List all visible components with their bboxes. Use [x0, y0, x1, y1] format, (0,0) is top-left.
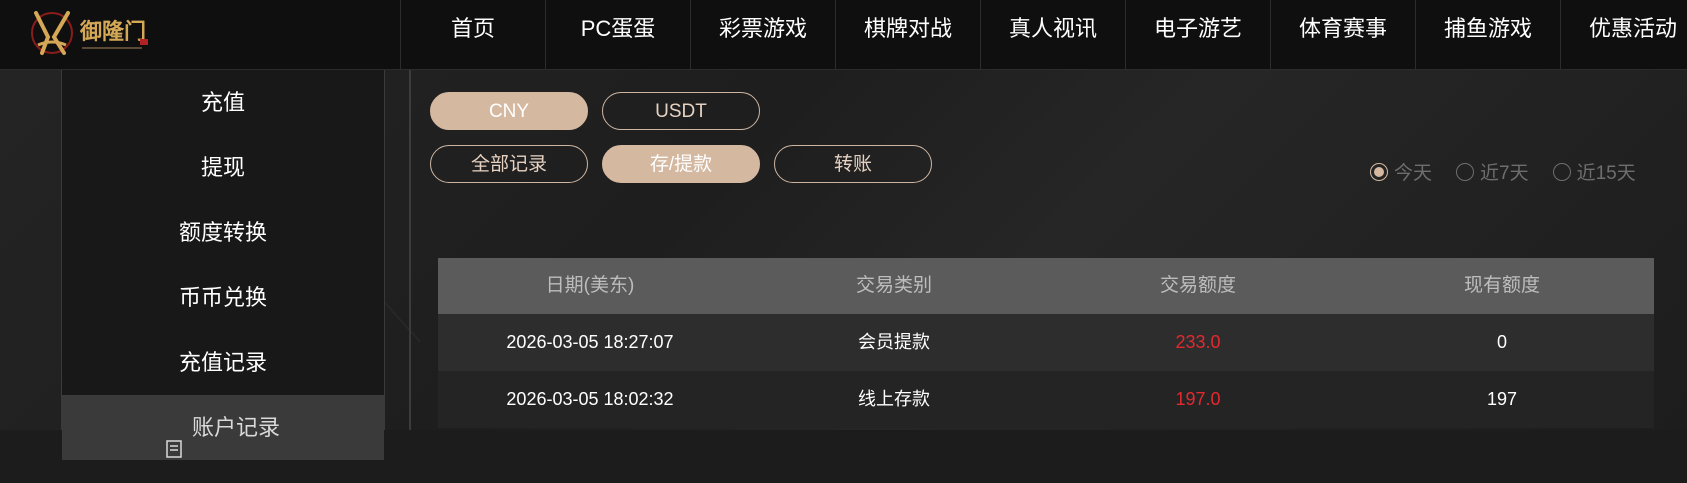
date-range-filter: 今天 近7天 近15天	[1370, 158, 1660, 185]
table-row: 2026-03-05 18:27:07 会员提款 233.0 0	[438, 314, 1654, 371]
currency-tab-cny[interactable]: CNY	[430, 92, 588, 130]
sidebar-item-label: 充值	[200, 90, 245, 115]
sidebar-item-label: 账户记录	[191, 415, 280, 440]
tab-deposit-withdraw[interactable]: 存/提款	[602, 145, 760, 183]
sidebar-item-label: 提现	[200, 155, 245, 180]
sidebar-item-4[interactable]: 充值记录	[62, 330, 384, 395]
nav-item-1[interactable]: PC蛋蛋	[545, 0, 690, 69]
column-header-2: 交易额度	[1159, 275, 1236, 296]
table-cell-3: 197	[1486, 389, 1518, 409]
radio-last-7-label: 近7天	[1480, 163, 1529, 184]
column-header-3: 现有额度	[1463, 275, 1540, 296]
column-header-1: 交易类别	[855, 275, 932, 296]
table-cell-0: 2026-03-05 18:02:32	[506, 389, 674, 409]
nav-item-3[interactable]: 棋牌对战	[835, 0, 980, 69]
nav-item-8[interactable]: 优惠活动	[1560, 0, 1687, 69]
tab-transfer[interactable]: 转账	[774, 145, 932, 183]
table-cell-3: 0	[1496, 332, 1507, 352]
radio-today[interactable]: 今天	[1370, 158, 1432, 185]
nav-item-5[interactable]: 电子游艺	[1125, 0, 1270, 69]
sidebar-item-3[interactable]: 币币兑换	[62, 265, 384, 330]
table-cell-1: 线上存款	[858, 389, 930, 409]
nav-item-0[interactable]: 首页	[400, 0, 545, 69]
table-cell-2: 197.0	[1175, 389, 1221, 409]
top-navbar: 御隆门 首页 PC蛋蛋 彩票游戏 棋牌对战 真人视讯 电子游艺 体育赛事 捕鱼游戏 优惠活动	[0, 0, 1687, 70]
sidebar-item-1[interactable]: 提现	[62, 135, 384, 200]
table-header: 日期(美东) 交易类别 交易额度 现有额度	[438, 258, 1654, 314]
sidebar-item-0[interactable]: 充值	[62, 70, 384, 135]
column-header-0: 日期(美东)	[545, 275, 635, 296]
logo-text: 御隆门	[79, 19, 146, 44]
sidebar-item-label: 充值记录	[178, 350, 267, 375]
radio-last-15-days[interactable]: 近15天	[1552, 158, 1636, 185]
logo-icon: 御隆门	[31, 11, 148, 55]
sidebar-item-5[interactable]: 账户记录	[62, 395, 384, 460]
sidebar-item-label: 币币兑换	[178, 285, 267, 310]
radio-unchecked-icon	[1456, 162, 1475, 181]
table-body: 2026-03-05 18:27:07 会员提款 233.0 0 2026-03-05 …	[438, 314, 1654, 428]
main-nav: 首页 PC蛋蛋 彩票游戏 棋牌对战 真人视讯 电子游艺 体育赛事 捕鱼游戏 优惠活动	[400, 0, 1687, 69]
vertical-divider	[409, 70, 411, 430]
nav-item-2[interactable]: 彩票游戏	[690, 0, 835, 69]
document-icon	[166, 418, 182, 458]
table-cell-1: 会员提款	[858, 332, 930, 352]
nav-item-6[interactable]: 体育赛事	[1270, 0, 1415, 69]
sidebar-item-2[interactable]: 额度转换	[62, 200, 384, 265]
table-row: 2026-03-05 18:02:32 线上存款 197.0 197	[438, 371, 1654, 428]
nav-item-4[interactable]: 真人视讯	[980, 0, 1125, 69]
records-table: 日期(美东) 交易类别 交易额度 现有额度 2026-03-05 18:27:07 会员…	[438, 258, 1654, 428]
radio-last-7-days[interactable]: 近7天	[1456, 158, 1529, 185]
radio-checked-icon	[1370, 162, 1388, 181]
nav-item-7[interactable]: 捕鱼游戏	[1415, 0, 1560, 69]
radio-last-15-label: 近15天	[1576, 163, 1636, 184]
table-cell-0: 2026-03-05 18:27:07	[506, 332, 674, 352]
tab-all-records[interactable]: 全部记录	[430, 145, 588, 183]
account-sidebar: 充值提现额度转换币币兑换充值记录账户记录	[61, 70, 385, 460]
table-cell-2: 233.0	[1175, 332, 1221, 352]
radio-today-label: 今天	[1394, 163, 1433, 184]
site-logo[interactable]: 御隆门	[28, 3, 158, 61]
radio-unchecked-icon	[1552, 162, 1571, 181]
sidebar-item-label: 额度转换	[178, 220, 267, 245]
currency-tab-usdt[interactable]: USDT	[602, 92, 760, 130]
